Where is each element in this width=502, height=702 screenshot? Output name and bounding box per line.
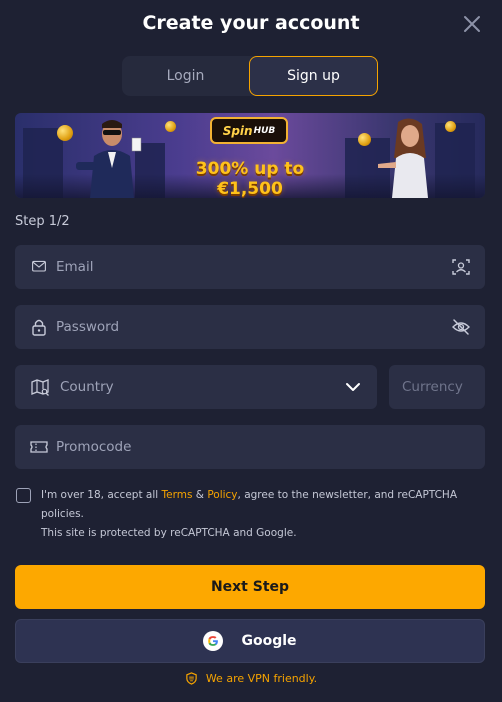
envelope-icon [32, 260, 46, 272]
policy-link[interactable]: Policy [207, 489, 237, 501]
promo-offer-text: 300% up to €1,500 [195, 159, 305, 198]
country-placeholder: Country [60, 379, 114, 395]
password-placeholder: Password [56, 319, 120, 335]
brand-main-text: Spin [222, 123, 253, 138]
shield-icon [186, 672, 197, 685]
password-field[interactable]: Password [15, 305, 485, 349]
close-icon[interactable] [462, 14, 482, 34]
google-signup-button[interactable]: Google [15, 619, 485, 663]
step-indicator: Step 1/2 [15, 214, 70, 229]
promocode-placeholder: Promocode [56, 439, 132, 455]
ticket-icon [30, 441, 48, 453]
country-select[interactable]: Country [15, 365, 377, 409]
consent-checkbox[interactable] [16, 488, 31, 503]
spinhub-logo: Spin HUB [210, 117, 288, 144]
coin-graphic [165, 121, 176, 132]
map-icon [31, 379, 49, 396]
currency-select[interactable]: Currency [389, 365, 485, 409]
email-placeholder: Email [56, 259, 94, 275]
recaptcha-note: This site is protected by reCAPTCHA and … [41, 527, 297, 539]
auth-tabs: Login Sign up [122, 56, 378, 96]
dialog-title: Create your account [142, 12, 360, 34]
face-scan-icon[interactable] [451, 257, 471, 277]
email-field[interactable]: Email [15, 245, 485, 289]
promo-banner[interactable]: Spin HUB 300% up to €1,500 [15, 113, 485, 198]
next-step-button[interactable]: Next Step [15, 565, 485, 609]
vpn-text: We are VPN friendly. [205, 672, 318, 685]
tab-signup[interactable]: Sign up [249, 56, 378, 96]
google-button-label: Google [241, 633, 297, 649]
vpn-notice: We are VPN friendly. [0, 672, 502, 685]
currency-placeholder: Currency [402, 379, 463, 395]
terms-link[interactable]: Terms [162, 489, 193, 501]
consent-text: I'm over 18, accept all Terms & Policy, … [41, 486, 481, 543]
consent-text-start: I'm over 18, accept all [41, 489, 162, 501]
eye-off-icon[interactable] [451, 317, 471, 337]
tab-login[interactable]: Login [122, 56, 249, 96]
consent-amp: & [192, 489, 208, 501]
google-icon [203, 631, 224, 651]
lock-icon [32, 319, 46, 336]
chevron-down-icon [346, 383, 360, 391]
man-character-image [76, 120, 142, 198]
brand-sub-text: HUB [253, 125, 276, 136]
woman-character-image [378, 118, 428, 198]
promocode-field[interactable]: Promocode [15, 425, 485, 469]
